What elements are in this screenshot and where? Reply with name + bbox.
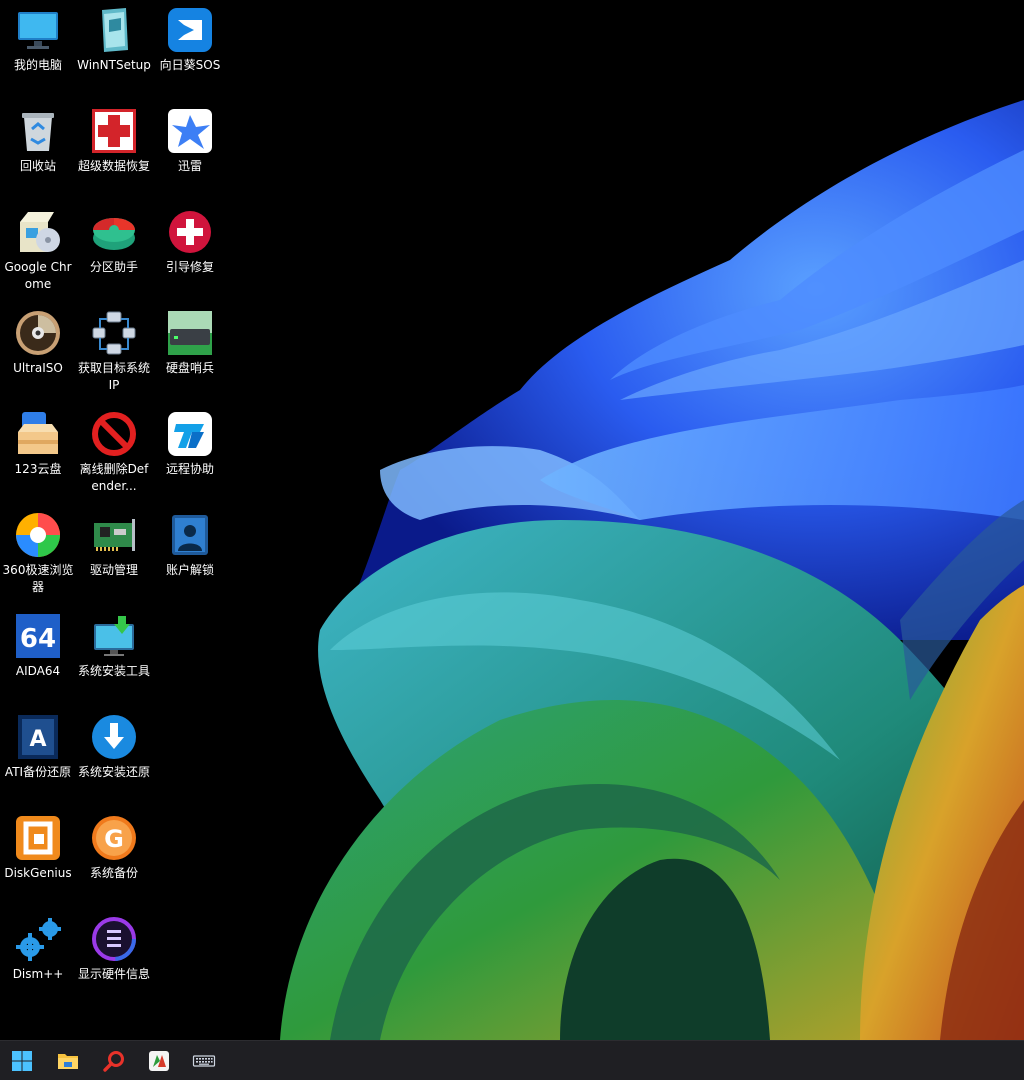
keyboard-icon [192,1055,216,1067]
desktop-icon-label: 我的电脑 [13,58,62,72]
search-icon [103,1051,124,1072]
desktop-icon-diskgenius[interactable]: DiskGenius [0,808,76,882]
desktop-icon-label: 显示硬件信息 [77,967,150,981]
desktop-icon-recycle-bin[interactable]: 回收站 [0,101,76,175]
ghost-backup-icon: G [92,816,136,860]
svg-text:A: A [29,727,46,752]
circuit-board-icon [94,519,135,551]
thunder-icon [168,109,212,153]
svg-text:64: 64 [20,624,56,654]
desktop-icon-circuit-board[interactable]: 驱动管理 [76,505,152,579]
desktop-icon-computer[interactable]: 我的电脑 [0,0,76,74]
desktop-icon-label: 360极速浏览器 [2,563,74,594]
desktop-icon-label: 迅雷 [177,159,202,173]
desktop-icon-label: Dism++ [12,967,64,981]
desktop-icon-label: 超级数据恢复 [77,159,150,173]
desktop-icon-sunlogin[interactable]: 向日葵SOS [152,0,228,74]
desktop-icon-label: 123云盘 [14,462,62,476]
desktop-icon-hard-disk[interactable]: 硬盘哨兵 [152,303,228,377]
diskgenius-icon [16,816,60,860]
desktop-icon-data-recovery[interactable]: 超级数据恢复 [76,101,152,175]
download-circle-icon [92,715,136,759]
acronis-icon: A [18,715,58,759]
hard-disk-icon [168,311,212,355]
desktop-icon-boot-repair[interactable]: 引导修复 [152,202,228,276]
desktop-icon-winntsetup[interactable]: WinNTSetup [76,0,152,74]
keyboard-button[interactable] [188,1045,220,1077]
desktop-icon-label: AIDA64 [15,664,61,678]
desktop-icon-account[interactable]: 账户解锁 [152,505,228,579]
monitor-install-icon [94,616,134,656]
desktop-icon-label: 驱动管理 [89,563,138,577]
aida64-icon: 64 [16,614,60,658]
cloud-box-icon [18,412,58,454]
desktop-icon-gears[interactable]: Dism++ [0,909,76,983]
desktop-icon-network[interactable]: 获取目标系统IP [76,303,152,394]
desktop-icon-label: 系统备份 [89,866,138,880]
taskbar [0,1040,1024,1080]
desktop-icon-browser-360[interactable]: 360极速浏览器 [0,505,76,596]
installer-box-icon [20,212,60,252]
network-icon [92,311,136,355]
desktop-icon-label: 硬盘哨兵 [165,361,214,375]
account-icon [172,515,208,555]
desktop-icon-monitor-install[interactable]: 系统安装工具 [76,606,152,680]
boot-repair-icon [169,211,211,253]
desktop-icon-label: 远程协助 [165,462,214,476]
sunlogin-icon [168,8,212,52]
winntsetup-icon [102,8,128,52]
computer-icon [18,12,58,49]
desktop-icon-download-circle[interactable]: 系统安装还原 [76,707,152,781]
desktop-icon-label: 获取目标系统IP [77,361,150,392]
desktop-icon-label: 引导修复 [165,260,214,274]
desktop-icon-label: 向日葵SOS [159,58,221,72]
windows-start-icon [12,1051,32,1071]
recycle-bin-icon [22,113,54,151]
desktop-icon-installer-box[interactable]: Google Chrome [0,202,76,293]
desktop-icon-label: 分区助手 [89,260,138,274]
desktop-icon-grid: 我的电脑 WinNTSetup 向日葵SOS 回收站 超级数据恢复 迅雷 Google Ch… [0,0,240,1040]
desktop-icon-label: 系统安装工具 [77,664,150,678]
search-button[interactable] [98,1045,130,1077]
desktop-icon-prohibited[interactable]: 离线删除Defender... [76,404,152,495]
desktop-icon-partition[interactable]: 分区助手 [76,202,152,276]
remote-assist-icon [168,412,212,456]
desktop-icon-thunder[interactable]: 迅雷 [152,101,228,175]
desktop-icon-hardware-info[interactable]: 显示硬件信息 [76,909,152,983]
desktop-icon-label: DiskGenius [4,866,72,880]
file-explorer-button[interactable] [52,1045,84,1077]
desktop-icon-ghost-backup[interactable]: G 系统备份 [76,808,152,882]
desktop-icon-label: 系统安装还原 [77,765,150,779]
app-pinned-icon [149,1051,169,1071]
desktop-icon-label: ATI备份还原 [4,765,72,779]
desktop-icon-aida64[interactable]: 64 AIDA64 [0,606,76,680]
desktop-icon-label: 账户解锁 [165,563,214,577]
desktop-icon-remote-assist[interactable]: 远程协助 [152,404,228,478]
desktop-icon-disc[interactable]: UltraISO [0,303,76,377]
svg-text:G: G [104,825,124,853]
desktop-icon-cloud-box[interactable]: 123云盘 [0,404,76,478]
pinned-app-button[interactable] [143,1045,175,1077]
data-recovery-icon [92,109,136,153]
hardware-info-icon [92,917,136,961]
desktop-icon-label: Google Chrome [4,260,72,291]
prohibited-icon [92,412,136,456]
start-button[interactable] [6,1045,38,1077]
desktop-icon-label: UltraISO [13,361,63,375]
desktop-icon-acronis[interactable]: A ATI备份还原 [0,707,76,781]
file-explorer-icon [58,1054,78,1069]
gears-icon [16,918,61,961]
disc-icon [16,311,60,355]
browser-360-icon [16,513,60,557]
desktop-icon-label: 回收站 [19,159,56,173]
desktop-icon-label: 离线删除Defender... [79,462,149,493]
partition-icon [93,218,135,250]
desktop-icon-label: WinNTSetup [77,58,151,72]
